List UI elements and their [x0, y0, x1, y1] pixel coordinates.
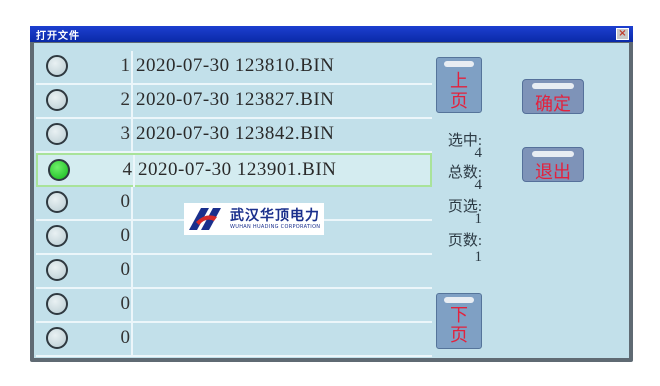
column-divider — [131, 51, 133, 83]
file-row-4[interactable]: 4 2020-07-30 123901.BIN — [36, 153, 432, 187]
exit-label: 退出 — [535, 162, 571, 182]
file-index: 0 — [120, 225, 131, 246]
button-highlight — [444, 297, 474, 303]
file-row-1[interactable]: 1 2020-07-30 123810.BIN — [36, 51, 432, 85]
radio-button[interactable] — [46, 225, 68, 247]
file-dialog: 1 2020-07-30 123810.BIN 2 2020-07-30 123… — [34, 43, 629, 358]
device-frame: 打开文件 × 1 2020-07-30 123810.BIN 2 2020-07… — [30, 26, 633, 362]
column-divider — [131, 119, 133, 151]
file-index: 0 — [120, 293, 131, 314]
file-row-7[interactable]: 0 — [36, 255, 432, 289]
page-count-label: 页数: — [447, 233, 482, 249]
close-button[interactable]: × — [616, 28, 629, 40]
column-divider — [131, 221, 133, 253]
button-highlight — [532, 83, 574, 89]
column-divider — [131, 255, 133, 287]
file-row-9[interactable]: 0 — [36, 323, 432, 357]
file-row-8[interactable]: 0 — [36, 289, 432, 323]
radio-button[interactable] — [46, 89, 68, 111]
company-watermark: 武汉华顶电力 WUHAN HUADING CORPORATION — [184, 203, 324, 235]
file-index: 4 — [122, 159, 133, 180]
column-divider — [131, 289, 133, 321]
title-bar: 打开文件 × — [30, 26, 633, 42]
radio-button[interactable] — [46, 259, 68, 281]
column-divider — [131, 187, 133, 219]
company-name-cn: 武汉华顶电力 — [230, 208, 320, 224]
prev-page-button[interactable]: 上 页 — [436, 57, 482, 113]
file-index: 0 — [120, 259, 131, 280]
radio-button[interactable] — [46, 55, 68, 77]
radio-button[interactable] — [46, 191, 68, 213]
radio-button[interactable] — [46, 123, 68, 145]
file-name: 2020-07-30 123827.BIN — [136, 89, 335, 110]
radio-button[interactable] — [46, 327, 68, 349]
file-index: 0 — [120, 327, 131, 348]
button-highlight — [444, 61, 474, 67]
selected-value: 4 — [474, 145, 483, 161]
prev-page-label-bottom: 页 — [450, 91, 468, 111]
file-index: 0 — [120, 191, 131, 212]
column-divider — [133, 155, 135, 187]
exit-button[interactable]: 退出 — [522, 147, 584, 182]
company-logo-icon — [189, 208, 221, 230]
file-name: 2020-07-30 123842.BIN — [136, 123, 335, 144]
confirm-label: 确定 — [535, 94, 571, 114]
column-divider — [131, 323, 133, 355]
radio-button-selected[interactable] — [48, 159, 70, 181]
file-name: 2020-07-30 123810.BIN — [136, 55, 335, 76]
confirm-button[interactable]: 确定 — [522, 79, 584, 114]
file-index: 1 — [120, 55, 131, 76]
file-name: 2020-07-30 123901.BIN — [138, 159, 337, 180]
prev-page-label-top: 上 — [450, 71, 468, 91]
column-divider — [131, 85, 133, 117]
page-count-value: 1 — [474, 249, 483, 265]
next-page-button[interactable]: 下 页 — [436, 293, 482, 349]
page-select-value: 1 — [474, 211, 483, 227]
next-page-label-bottom: 页 — [450, 325, 468, 345]
file-index: 3 — [120, 123, 131, 144]
total-value: 4 — [474, 177, 483, 193]
radio-button[interactable] — [46, 293, 68, 315]
company-name-en: WUHAN HUADING CORPORATION — [230, 224, 321, 230]
button-highlight — [532, 151, 574, 157]
file-index: 2 — [120, 89, 131, 110]
window-title: 打开文件 — [36, 31, 80, 42]
file-row-3[interactable]: 3 2020-07-30 123842.BIN — [36, 119, 432, 153]
next-page-label-top: 下 — [450, 305, 468, 325]
file-row-2[interactable]: 2 2020-07-30 123827.BIN — [36, 85, 432, 119]
